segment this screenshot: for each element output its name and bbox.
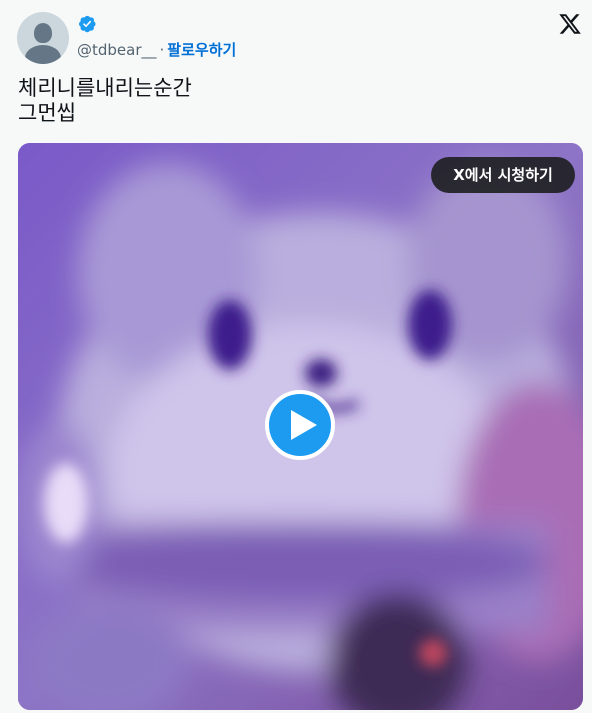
embedded-tweet-card: @tdbear__ · 팔로우하기 체리니를내리는순간 그먼씹 X에서 시청하기 xyxy=(0,0,592,713)
tweet-line: 그먼씹 xyxy=(18,101,76,125)
meta-separator: · xyxy=(159,41,165,59)
tweet-line: 체리니를내리는순간 xyxy=(18,76,192,100)
verified-badge-icon xyxy=(79,15,96,33)
avatar-head xyxy=(34,23,52,43)
avatar-body xyxy=(25,45,61,64)
play-icon[interactable] xyxy=(264,389,336,461)
follow-link[interactable]: 팔로우하기 xyxy=(167,41,236,59)
x-logo-icon[interactable] xyxy=(558,12,582,36)
video-thumbnail[interactable]: X에서 시청하기 xyxy=(18,143,583,710)
author-meta: @tdbear__ · 팔로우하기 xyxy=(77,40,236,60)
watch-on-x-button[interactable]: X에서 시청하기 xyxy=(431,157,575,193)
author-handle[interactable]: @tdbear__ xyxy=(77,41,157,59)
avatar[interactable] xyxy=(17,12,69,64)
tweet-text: 체리니를내리는순간 그먼씹 xyxy=(18,76,192,126)
